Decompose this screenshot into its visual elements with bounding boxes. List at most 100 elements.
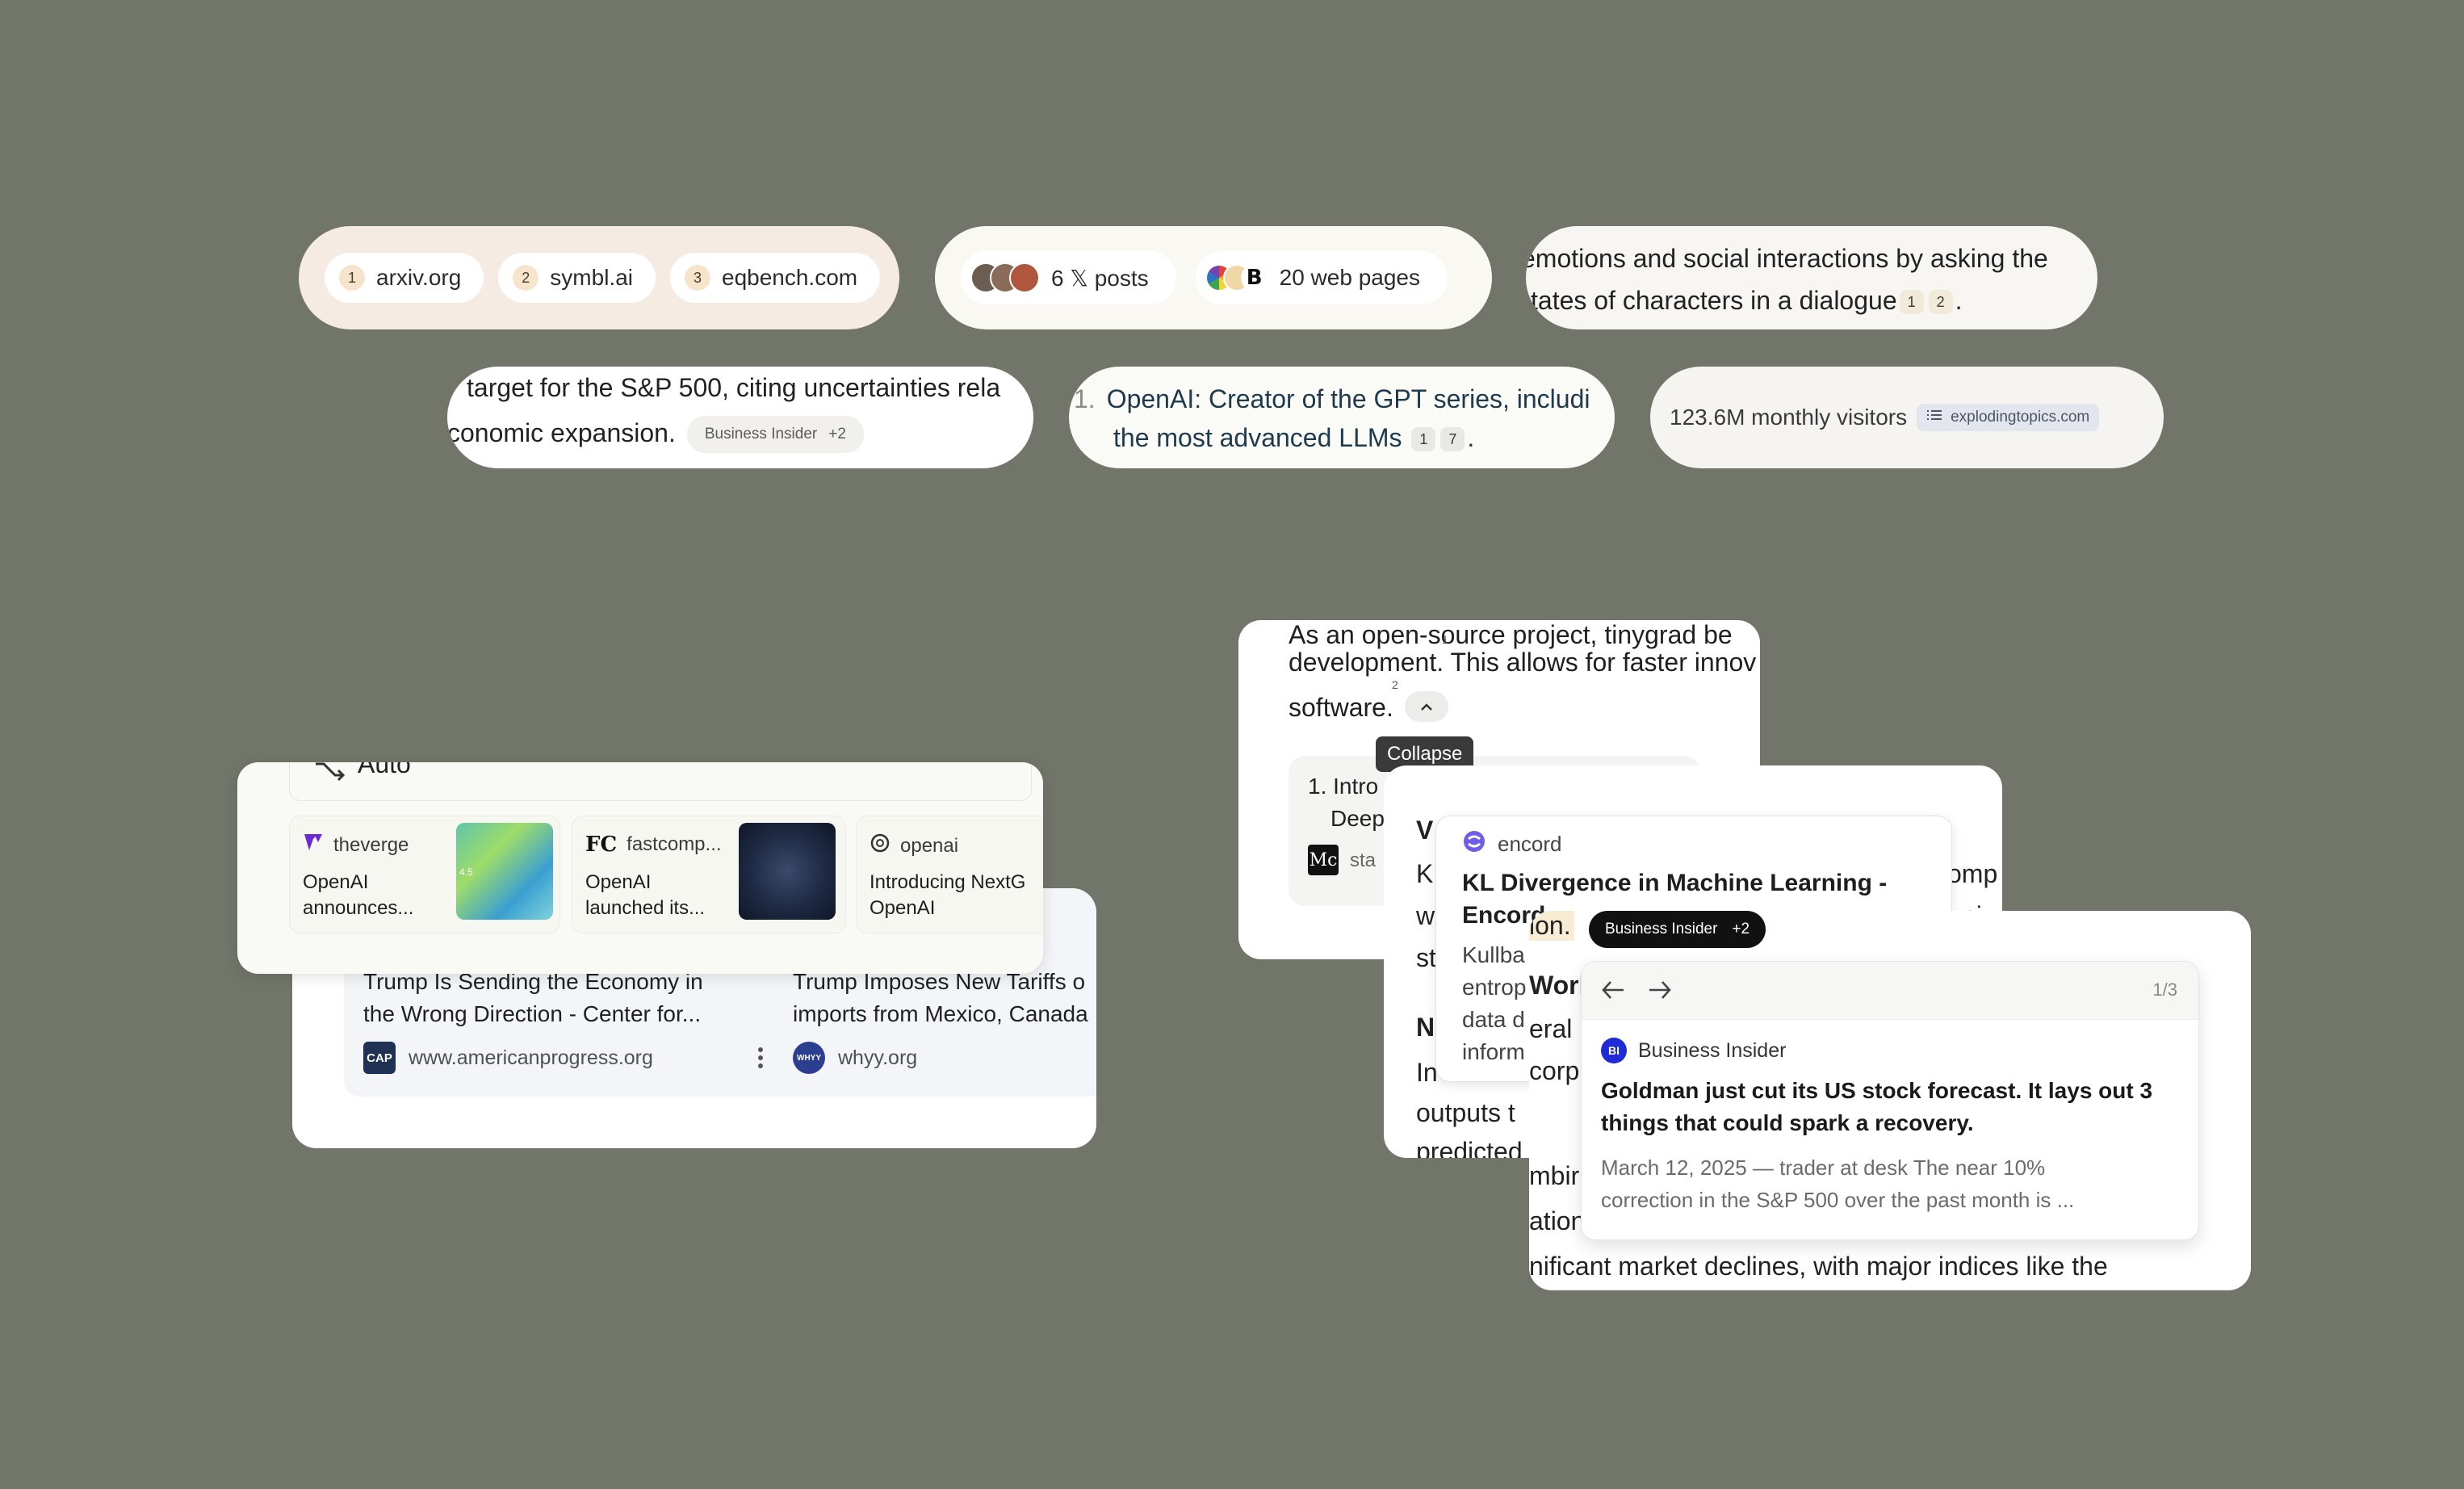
citation-chip-symbl[interactable]: 2 symbl.ai [498,253,656,303]
more-options-icon[interactable] [757,1046,764,1069]
citation-number: 2 [513,265,539,291]
medium-logo-icon: Mc [1308,845,1339,875]
sources-summary-pill: 6 𝕏 posts B 20 web pages [935,226,1492,329]
quote-snippet-emotions: emotions and social interactions by aski… [1526,226,2097,329]
news-source-name: openai [900,834,959,857]
answer-text-fragment: eral [1529,1014,1573,1043]
news-card-fastcompany[interactable]: FC fastcomp... OpenAI launched its... [572,816,846,933]
popover-source-name: encord [1498,832,1562,856]
highlighted-text: ion. [1529,911,1574,941]
answer-line: development. This allows for faster inno… [1289,648,1757,677]
list-line: 1. OpenAI: Creator of the GPT series, inc… [1074,378,1590,420]
answer-text-fragment: mbir [1529,1161,1580,1190]
list-marker: 1. [1074,384,1096,413]
answer-heading-fragment: V [1416,816,1434,845]
news-thumbnail: 4.5 [456,823,553,920]
popover-title-line: KL Divergence in Machine Learning - [1462,870,1888,896]
citation-chip-arxiv[interactable]: 1 arxiv.org [325,253,484,303]
web-pages-chip[interactable]: B 20 web pages [1195,251,1448,304]
source-tag[interactable]: Business Insider +2 [686,416,864,453]
answer-line: As an open-source project, tinygrad be [1289,620,1733,649]
result-site: CAP www.americanprogress.org [363,1042,653,1074]
quote-line: tates of characters in a dialogue 1 2. [1531,286,1963,315]
auto-search-card: Auto theverge OpenAI announces... 4.5 FC… [237,762,1043,974]
openai-logo-icon [870,833,890,859]
news-source: openai [870,833,958,859]
subcard-title-line: 1. Intro [1308,774,1379,799]
news-title-line: OpenAI [585,871,652,893]
domain-tag-label: explodingtopics.com [1951,409,2090,426]
source-tag-business-insider[interactable]: Business Insider +2 [1589,911,1766,948]
popover-title-line: Goldman just cut its US stock forecast. … [1601,1078,2153,1103]
popover-snippet-line: correction in the S&P 500 over the past … [1601,1188,2075,1212]
citation-domain: arxiv.org [376,265,462,290]
popover-source: encord [1462,829,1562,859]
answer-text-fragment: corp [1529,1056,1580,1085]
visitors-text: 123.6M monthly visitors [1670,405,1908,430]
news-source: FC fastcomp... [585,833,722,857]
answer-text-fragment: w [1416,901,1435,930]
citation-badge[interactable]: 1 [1411,427,1436,451]
collapse-button[interactable] [1405,691,1448,722]
news-source-name: fastcomp... [626,833,722,855]
citation-chip-eqbench[interactable]: 3 eqbench.com [670,253,881,303]
x-user-avatars [970,262,1040,293]
popover-body-line: data d [1462,1007,1525,1032]
footnote-marker[interactable]: 1 [1442,633,1448,646]
news-card-openai[interactable]: openai Introducing NextG OpenAI [856,816,1043,933]
news-card-theverge[interactable]: theverge OpenAI announces... 4.5 [289,816,560,933]
x-posts-chip[interactable]: 6 𝕏 posts [961,251,1176,304]
avatar [1009,262,1040,293]
quote-line: conomic expansion. Business Insider +2 [447,412,864,454]
source-tag-extra: +2 [828,426,846,443]
shuffle-icon [314,762,346,786]
answer-text-fragment: In [1416,1058,1438,1087]
cap-logo-icon: CAP [363,1042,396,1074]
answer-line: software. [1289,693,1393,722]
thumbnail-label: 4.5 [459,866,473,878]
list-snippet-openai: 1. OpenAI: Creator of the GPT series, inc… [1069,367,1615,468]
result-site: WHYY whyy.org [793,1042,917,1074]
citation-number: 1 [339,265,365,291]
answer-text-fragment: outputs t [1416,1098,1515,1127]
web-pages-label: 20 web pages [1279,265,1420,290]
citation-sources-pill: 1 arxiv.org 2 symbl.ai 3 eqbench.com [299,226,899,329]
whyy-logo-icon: WHYY [793,1042,825,1074]
quote-line: emotions and social interactions by aski… [1526,244,2048,273]
arrow-left-icon[interactable] [1601,979,1625,1005]
answer-heading-fragment: Worl [1529,971,1586,1000]
citation-badge[interactable]: 7 [1440,427,1465,451]
arrow-right-icon[interactable] [1648,979,1672,1005]
quote-line-text: conomic expansion. [447,418,676,447]
popover-body-line: Kullba [1462,942,1525,967]
popover-body-line: inform [1462,1039,1525,1064]
answer-text-fragment: K [1416,859,1434,888]
pager-indicator: 1/3 [2152,979,2177,1000]
news-title-line: Introducing NextG [870,871,1026,893]
answer-text-fragment: omp [1947,859,1998,888]
footnote-marker[interactable]: 2 [1392,678,1398,691]
citation-domain: eqbench.com [722,265,858,290]
list-line-text: OpenAI: Creator of the GPT series, inclu… [1106,384,1590,413]
result-title-line: the Wrong Direction - Center for... [363,1001,702,1026]
citation-badge[interactable]: 2 [1928,290,1953,314]
citation-badge[interactable]: 1 [1899,290,1924,314]
verge-logo-icon [303,833,324,858]
news-title-line: launched its... [585,897,706,919]
news-source-name: theverge [333,833,409,856]
mode-selector[interactable]: Auto [289,762,1032,801]
answer-text-fragment: predicted [1416,1137,1523,1158]
domain-tag[interactable]: explodingtopics.com [1917,404,2100,431]
result-url: whyy.org [838,1046,918,1069]
list-line: the most advanced LLMs 17. [1113,423,1475,452]
chevron-up-icon [1420,698,1433,715]
citation-number: 3 [685,265,710,291]
monthly-visitors-pill: 123.6M monthly visitors explodingtopics.… [1650,367,2164,468]
quote-line-text: tates of characters in a dialogue [1531,286,1897,315]
business-insider-popover[interactable]: 1/3 BI Business Insider Goldman just cut… [1581,961,2199,1240]
source-tag-extra: +2 [1732,921,1750,937]
subcard-title-line: Deep [1330,806,1385,831]
quote-snippet-sp500: target for the S&P 500, citing uncertain… [447,367,1033,468]
x-posts-label: 6 𝕏 posts [1051,265,1149,291]
news-thumbnail [739,823,836,920]
